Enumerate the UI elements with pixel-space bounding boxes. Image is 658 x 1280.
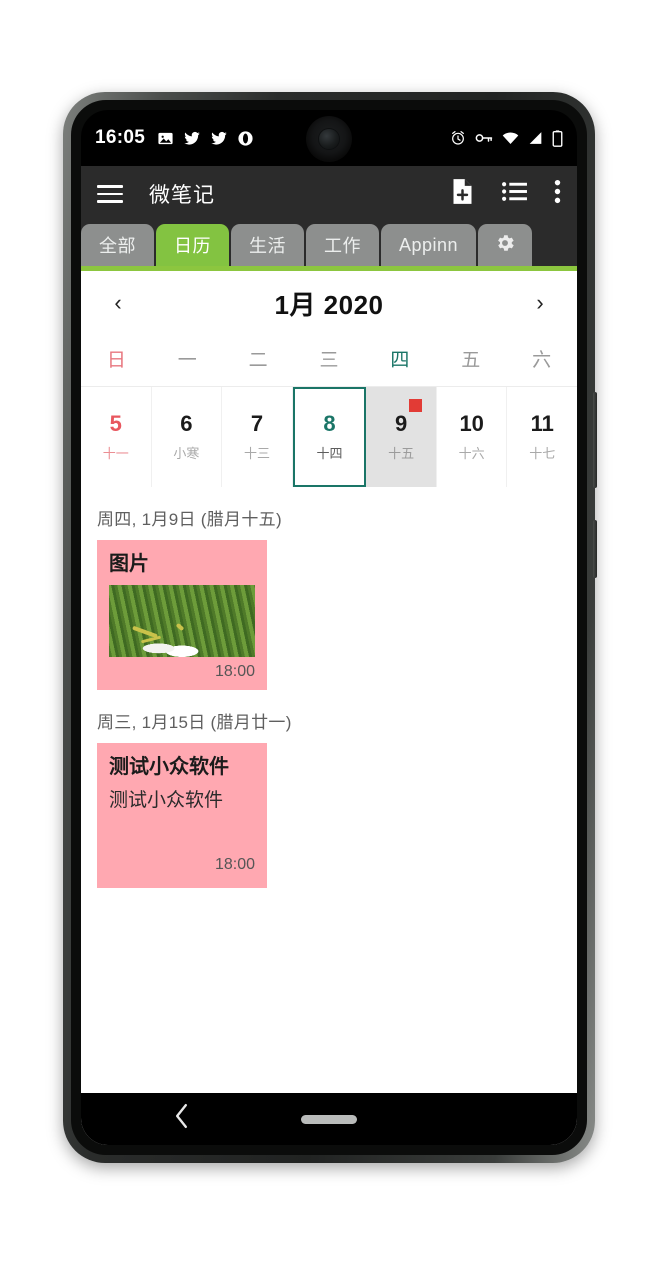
tab-work[interactable]: 工作 [306,224,379,266]
day-number: 6 [180,410,193,436]
calendar-day-cell-today[interactable]: 8 十四 [292,387,367,487]
signal-icon [528,131,543,145]
calendar-day-cell[interactable]: 6 小寒 [152,387,223,487]
gesture-home-pill[interactable] [301,1114,357,1124]
note-time: 18:00 [214,663,255,680]
hamburger-menu-icon[interactable] [97,185,123,203]
weekday-tue: 二 [248,350,268,371]
calendar-month-title: 1月 2020 [274,289,384,320]
note-image[interactable] [109,585,255,657]
day-lunar: 十四 [316,446,343,462]
prev-month-button[interactable]: ‹ [101,286,135,320]
system-navigation-bar [81,1093,577,1145]
tab-label: 全部 [99,236,136,256]
tab-label: 日历 [174,236,211,256]
note-body: 测试小众软件 [109,790,224,811]
day-number: 8 [323,410,336,436]
tab-all[interactable]: 全部 [81,224,154,266]
gear-icon [494,232,516,259]
weekday-sat: 六 [532,350,552,371]
note-time: 18:00 [214,855,255,873]
vpn-key-icon [475,131,493,145]
calendar-header: ‹ 1月 2020 › [81,271,577,335]
back-chevron-icon[interactable] [173,1103,190,1135]
day-lunar: 十五 [388,446,415,462]
status-bar-system-icons [450,129,563,147]
tab-appinn[interactable]: Appinn [381,224,477,266]
app-bar: 微笔记 [81,166,577,222]
calendar-widget: ‹ 1月 2020 › 日 一 二 三 四 五 六 5 十一 6 小寒 7 十三… [81,271,577,487]
alarm-icon [450,130,466,146]
note-group-date: 周三, 1月15日 (腊月廿一) [97,713,292,732]
front-camera [306,116,352,162]
weekday-mon: 一 [177,350,197,371]
image-icon [157,130,174,147]
day-number: 9 [394,410,408,436]
phone-device-frame: 16:05 微笔记 全部 日历 生活 工作 Appinn ‹ 1月 2020 ›… [63,92,597,1163]
calendar-day-cell[interactable]: 10 十六 [437,387,508,487]
power-button[interactable] [593,520,597,578]
day-lunar: 十七 [529,446,556,462]
new-note-icon[interactable] [450,178,475,210]
note-title: 测试小众软件 [109,756,229,778]
weekday-thu: 四 [390,350,410,371]
page-title: 微笔记 [149,184,215,207]
list-view-icon[interactable] [501,180,528,208]
twitter-icon [183,130,201,147]
calendar-weekday-row: 日 一 二 三 四 五 六 [81,335,577,387]
phone-screen: 16:05 微笔记 全部 日历 生活 工作 Appinn ‹ 1月 2020 ›… [81,110,577,1145]
day-lunar: 十六 [458,446,485,462]
day-number: 11 [530,410,554,436]
day-lunar: 十三 [243,446,270,462]
calendar-day-cell[interactable]: 11 十七 [507,387,577,487]
opera-icon [237,130,254,147]
twitter-icon [210,130,228,147]
status-bar-clock: 16:05 [95,127,146,148]
note-card[interactable]: 测试小众软件 测试小众软件 18:00 [97,743,267,888]
calendar-week-row: 5 十一 6 小寒 7 十三 8 十四 9 十五 10 十六 11 十七 [81,387,577,487]
day-number: 5 [109,410,122,436]
status-bar: 16:05 [81,110,577,166]
category-tabs: 全部 日历 生活 工作 Appinn [81,222,577,266]
tab-life[interactable]: 生活 [231,224,304,266]
phone-bezel: 16:05 微笔记 全部 日历 生活 工作 Appinn ‹ 1月 2020 ›… [71,100,587,1155]
tab-label: 生活 [249,236,286,256]
overflow-menu-icon[interactable] [554,179,561,209]
tab-label: Appinn [399,234,459,255]
tab-underline [81,266,577,271]
tab-label: 工作 [324,236,361,256]
battery-icon [552,129,563,147]
screenshot-stage: 16:05 微笔记 全部 日历 生活 工作 Appinn ‹ 1月 2020 ›… [0,0,658,1280]
volume-button[interactable] [593,392,597,488]
category-tab-bar: 全部 日历 生活 工作 Appinn [81,222,577,271]
app-bar-actions [450,178,561,210]
next-month-button[interactable]: › [523,286,557,320]
day-number: 7 [250,410,264,436]
content-area: ‹ 1月 2020 › 日 一 二 三 四 五 六 5 十一 6 小寒 7 十三… [81,271,577,1145]
note-card[interactable]: 图片 18:00 [97,540,267,690]
day-lunar: 小寒 [173,446,200,462]
calendar-day-cell[interactable]: 5 十一 [81,387,152,487]
tab-calendar[interactable]: 日历 [156,224,229,266]
calendar-day-cell[interactable]: 7 十三 [222,387,293,487]
event-marker-icon [408,399,422,412]
note-group-date: 周四, 1月9日 (腊月十五) [97,510,282,529]
notes-list: 周四, 1月9日 (腊月十五) 图片 18:00 周三, 1月15日 (腊月廿一… [81,487,577,898]
note-title: 图片 [109,553,149,575]
day-lunar: 十一 [102,446,129,462]
status-bar-notification-icons [157,130,254,147]
wifi-icon [502,131,519,145]
calendar-day-cell-selected[interactable]: 9 十五 [366,387,437,487]
weekday-sun: 日 [106,350,126,371]
weekday-wed: 三 [319,350,339,371]
weekday-fri: 五 [461,350,481,371]
tab-settings[interactable] [478,224,533,266]
day-number: 10 [459,410,484,436]
